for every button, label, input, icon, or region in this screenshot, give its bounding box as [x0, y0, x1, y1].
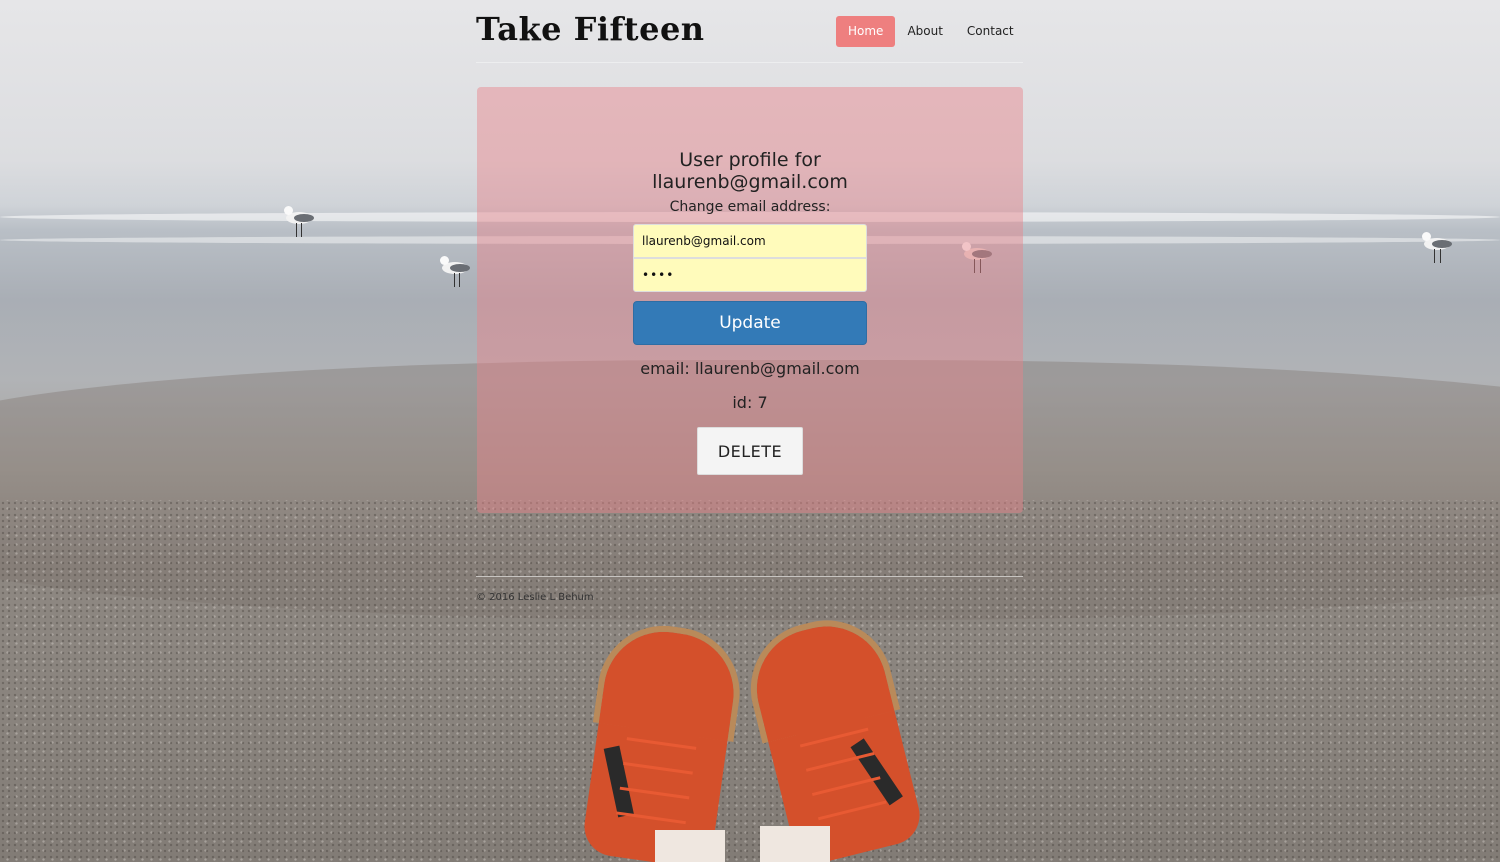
- sock: [760, 826, 830, 862]
- email-input[interactable]: [633, 224, 867, 258]
- site-title[interactable]: Take Fifteen: [476, 10, 705, 48]
- profile-heading-prefix: User profile for: [679, 149, 821, 171]
- user-id-text: id: 7: [732, 393, 768, 412]
- profile-heading-email: llaurenb@gmail.com: [652, 171, 848, 193]
- header-divider: [476, 62, 1023, 63]
- profile-heading: User profile for llaurenb@gmail.com: [477, 149, 1023, 193]
- footer-copyright: © 2016 Leslie L Behum: [476, 592, 594, 603]
- user-email-text: email: llaurenb@gmail.com: [640, 359, 860, 378]
- nav-about-link[interactable]: About: [895, 16, 954, 47]
- user-profile-panel: User profile for llaurenb@gmail.com Chan…: [477, 87, 1023, 513]
- sock: [655, 830, 725, 862]
- footer-divider: [476, 576, 1023, 577]
- update-button[interactable]: Update: [633, 301, 867, 345]
- delete-button[interactable]: DELETE: [697, 427, 803, 475]
- nav-contact-link[interactable]: Contact: [955, 16, 1026, 47]
- password-input[interactable]: [633, 258, 867, 292]
- change-email-label: Change email address:: [669, 199, 831, 215]
- main-nav: Home About Contact: [836, 16, 1026, 47]
- nav-home-link[interactable]: Home: [836, 16, 896, 47]
